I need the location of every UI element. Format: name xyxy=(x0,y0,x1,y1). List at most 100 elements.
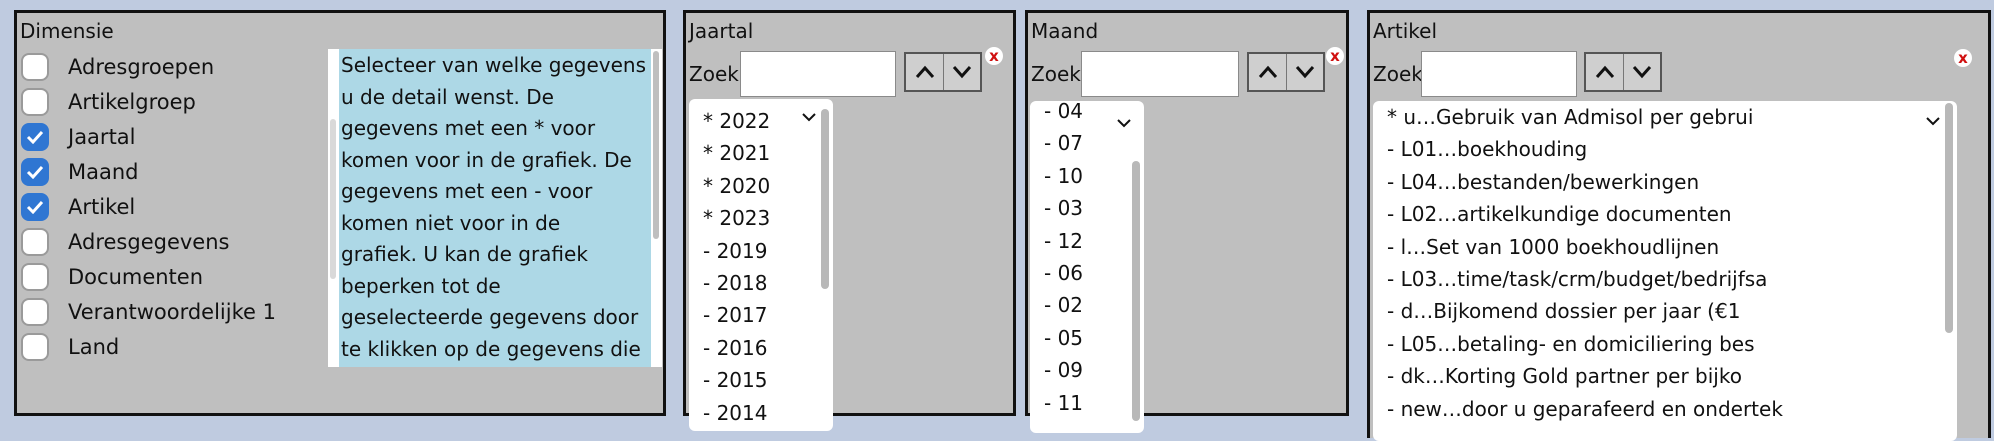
list-item[interactable]: - dk…Korting Gold partner per bijko xyxy=(1387,360,1783,392)
list-item[interactable]: - new…door u geparafeerd en ondertek xyxy=(1387,393,1783,425)
maand-search-input[interactable] xyxy=(1081,51,1239,97)
checkbox-label: Verantwoordelijke 1 xyxy=(68,299,276,324)
list-item[interactable]: - L01…boekhouding xyxy=(1387,133,1783,165)
checkbox-label: Maand xyxy=(68,159,139,184)
list-item[interactable]: * u…Gebruik van Admisol per gebrui xyxy=(1387,101,1783,133)
checkbox[interactable] xyxy=(21,297,49,326)
checkbox[interactable] xyxy=(21,192,49,221)
list-item[interactable]: - 02 xyxy=(1044,289,1083,321)
maand-sort-down-button[interactable] xyxy=(1286,54,1323,90)
checkbox[interactable] xyxy=(21,87,49,116)
dimension-option-8[interactable]: Land xyxy=(21,329,276,364)
chevron-up-icon xyxy=(1595,65,1614,78)
checkbox[interactable] xyxy=(21,227,49,256)
info-left-scrollbar[interactable] xyxy=(330,119,336,279)
maand-panel: Maand Zoek x - 04- 07- 10- 03- 12- 06- 0… xyxy=(1025,10,1349,433)
jaartal-sort-up-button[interactable] xyxy=(906,54,943,90)
artikel-list[interactable]: * u…Gebruik van Admisol per gebrui - L01…… xyxy=(1373,101,1957,441)
checkbox[interactable] xyxy=(21,52,49,81)
list-item[interactable]: - 06 xyxy=(1044,257,1083,289)
list-item[interactable]: - 2017 xyxy=(703,299,770,331)
info-text: Selecteer van welke gegevens u de detail… xyxy=(341,53,646,361)
list-item[interactable]: - 09 xyxy=(1044,354,1083,386)
jaartal-items: * 2022 * 2021 * 2020 * 2023- 2019- 2018- 20… xyxy=(703,105,770,429)
checkbox[interactable] xyxy=(21,122,49,151)
checkbox-label: Adresgroepen xyxy=(68,54,215,79)
checkbox[interactable] xyxy=(21,332,49,361)
artikel-sort-buttons xyxy=(1584,52,1662,92)
artikel-title: Artikel xyxy=(1373,19,1438,43)
list-item[interactable]: - 11 xyxy=(1044,387,1083,419)
maand-title: Maand xyxy=(1031,19,1099,43)
list-item[interactable]: - 03 xyxy=(1044,192,1083,224)
maand-search-label: Zoek xyxy=(1031,62,1081,86)
maand-scroll-thumb[interactable] xyxy=(1132,161,1140,421)
list-item[interactable]: - 05 xyxy=(1044,322,1083,354)
list-item[interactable]: - 2018 xyxy=(703,267,770,299)
jaartal-title: Jaartal xyxy=(689,19,754,43)
list-item[interactable]: - 2015 xyxy=(703,364,770,396)
dimension-option-5[interactable]: Adresgegevens xyxy=(21,224,276,259)
list-item[interactable]: - 12 xyxy=(1044,225,1083,257)
chevron-down-icon xyxy=(802,113,816,122)
chevron-down-icon xyxy=(1632,66,1652,79)
jaartal-sort-down-button[interactable] xyxy=(943,54,980,90)
list-item[interactable]: - 2016 xyxy=(703,332,770,364)
list-item[interactable]: - 07 xyxy=(1044,127,1083,159)
checkbox-label: Land xyxy=(68,334,120,359)
dimensie-panel: Dimensie Adresgroepen Artikelgroep Jaartal… xyxy=(14,10,666,416)
maand-items: - 04- 07- 10- 03- 12- 06- 02- 05- 09- 11 xyxy=(1044,101,1083,419)
jaartal-close-icon[interactable]: x xyxy=(985,47,1003,65)
checkbox[interactable] xyxy=(21,262,49,291)
list-item[interactable]: - L04…bestanden/bewerkingen xyxy=(1387,166,1783,198)
checkbox-label: Adresgegevens xyxy=(68,229,230,254)
list-item[interactable]: - L02…artikelkundige documenten xyxy=(1387,198,1783,230)
dimensie-title: Dimensie xyxy=(20,19,114,43)
artikel-sort-down-button[interactable] xyxy=(1623,54,1660,90)
artikel-items: * u…Gebruik van Admisol per gebrui - L01…… xyxy=(1387,101,1783,425)
dimension-option-2[interactable]: Jaartal xyxy=(21,119,276,154)
maand-sort-buttons xyxy=(1247,52,1325,92)
chevron-down-icon xyxy=(1295,66,1315,79)
dimension-option-4[interactable]: Artikel xyxy=(21,189,276,224)
list-item[interactable]: - 2014 xyxy=(703,397,770,429)
checkmark-icon xyxy=(26,165,44,179)
list-item[interactable]: - 10 xyxy=(1044,160,1083,192)
jaartal-list[interactable]: * 2022 * 2021 * 2020 * 2023- 2019- 2018- 20… xyxy=(689,99,833,431)
list-item[interactable]: - L05…betaling- en domiciliering bes xyxy=(1387,328,1783,360)
jaartal-search-label: Zoek xyxy=(689,62,739,86)
maand-list[interactable]: - 04- 07- 10- 03- 12- 06- 02- 05- 09- 11 xyxy=(1030,101,1144,433)
list-item[interactable]: - d…Bijkomend dossier per jaar (€1 xyxy=(1387,295,1783,327)
artikel-panel: Artikel Zoek x * u…Gebruik van Admisol p… xyxy=(1367,10,1991,441)
dimension-option-0[interactable]: Adresgroepen xyxy=(21,49,276,84)
checkmark-icon xyxy=(26,130,44,144)
artikel-sort-up-button[interactable] xyxy=(1586,54,1623,90)
list-item[interactable]: - 2019 xyxy=(703,235,770,267)
info-scroll-thumb[interactable] xyxy=(653,51,659,239)
info-panel: Selecteer van welke gegevens u de detail… xyxy=(328,49,662,367)
jaartal-sort-buttons xyxy=(904,52,982,92)
list-item[interactable]: - L03…time/task/crm/budget/bedrijfsa xyxy=(1387,263,1783,295)
artikel-close-icon[interactable]: x xyxy=(1954,49,1972,67)
list-item[interactable]: * 2023 xyxy=(703,202,770,234)
checkbox-label: Artikelgroep xyxy=(68,89,196,114)
checkbox[interactable] xyxy=(21,157,49,186)
chevron-up-icon xyxy=(915,65,934,78)
artikel-scroll-thumb[interactable] xyxy=(1945,103,1953,333)
dimension-option-7[interactable]: Verantwoordelijke 1 xyxy=(21,294,276,329)
list-item[interactable]: * 2020 xyxy=(703,170,770,202)
dimension-option-3[interactable]: Maand xyxy=(21,154,276,189)
dimension-option-6[interactable]: Documenten xyxy=(21,259,276,294)
dimension-option-1[interactable]: Artikelgroep xyxy=(21,84,276,119)
jaartal-scroll-thumb[interactable] xyxy=(821,109,829,289)
list-item[interactable]: - 04 xyxy=(1044,101,1083,127)
jaartal-search-input[interactable] xyxy=(740,51,896,97)
list-item[interactable]: - l…Set van 1000 boekhoudlijnen xyxy=(1387,231,1783,263)
maand-sort-up-button[interactable] xyxy=(1249,54,1286,90)
jaartal-panel: Jaartal Zoek x * 2022 * 2021 * 2020 * 2023-… xyxy=(683,10,1016,431)
maand-close-icon[interactable]: x xyxy=(1326,47,1344,65)
artikel-search-input[interactable] xyxy=(1421,51,1577,97)
chevron-up-icon xyxy=(1258,65,1277,78)
list-item[interactable]: * 2022 xyxy=(703,105,770,137)
list-item[interactable]: * 2021 xyxy=(703,137,770,169)
